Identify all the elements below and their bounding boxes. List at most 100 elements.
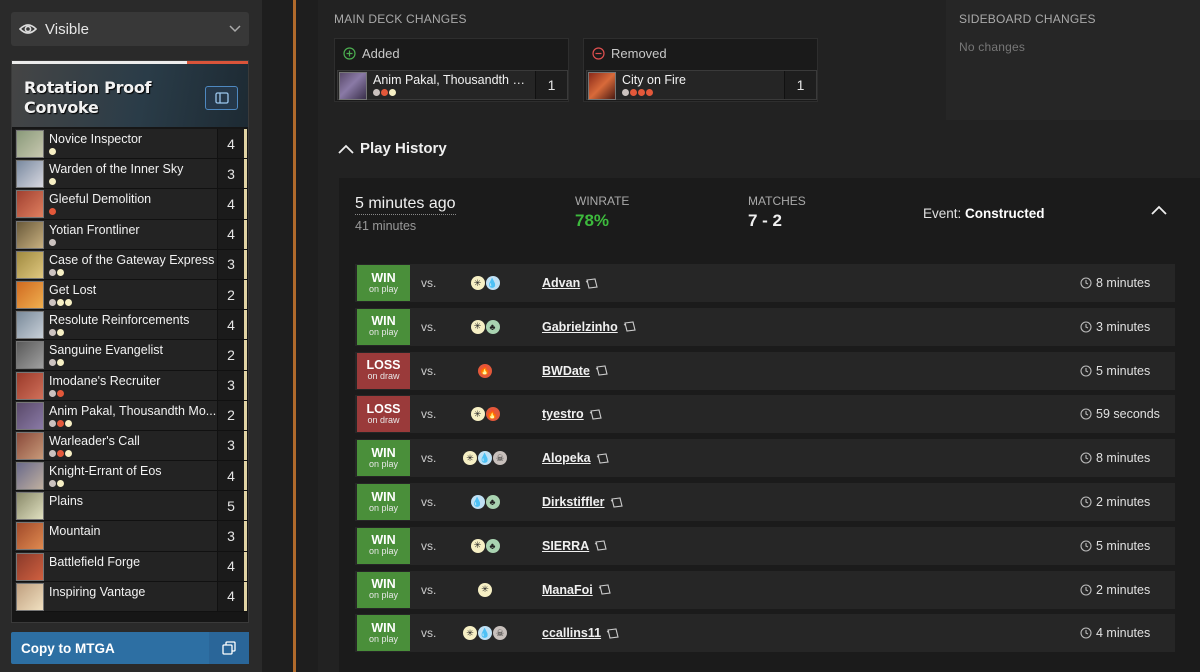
mana-pip — [49, 178, 56, 186]
card-art — [16, 190, 44, 219]
deck-card-row[interactable]: Imodane's Recruiter 3 — [15, 370, 247, 401]
duration-text: 4 minutes — [1096, 626, 1151, 641]
duration-text: 5 minutes — [1096, 538, 1151, 553]
added-card-count: 1 — [535, 71, 567, 99]
removed-card-row[interactable]: City on Fire 1 — [586, 70, 817, 100]
deck-card-row[interactable]: Sanguine Evangelist 2 — [15, 340, 247, 371]
progress-bar — [12, 61, 187, 64]
deck-card-row[interactable]: Anim Pakal, Thousandth Mo... 2 — [15, 400, 247, 431]
mana-pip — [65, 449, 72, 457]
deck-view-toggle-button[interactable] — [205, 86, 238, 110]
match-row[interactable]: WIN on play vs. ✳ 💧 ☠ Alopeka 8 minutes — [355, 439, 1175, 478]
card-name: Plains — [49, 494, 84, 509]
match-row[interactable]: WIN on play vs. ✳ 💧 Advan 8 minutes — [355, 264, 1175, 302]
opponent-name: ManaFoi — [542, 582, 593, 597]
card-name: Gleeful Demolition — [49, 192, 152, 207]
vs-label: vs. — [421, 495, 437, 509]
opponent-colors: ✳ — [455, 582, 515, 597]
deck-card-row[interactable]: Inspiring Vantage 4 — [15, 581, 247, 612]
opponent-name: tyestro — [542, 407, 584, 422]
mana-pip — [57, 329, 64, 337]
opponent-link[interactable]: SIERRA — [542, 539, 608, 553]
deck-card-row[interactable]: Resolute Reinforcements 4 — [15, 310, 247, 341]
match-result-badge: WIN on play — [357, 615, 410, 652]
deck-card-row[interactable]: Battlefield Forge 4 — [15, 551, 247, 582]
match-duration: 59 seconds — [1080, 407, 1160, 421]
chevron-down-icon — [229, 25, 241, 33]
added-header: Added — [335, 39, 568, 67]
deck-icon — [623, 321, 636, 332]
clock-icon — [1080, 277, 1092, 289]
card-count: 3 — [217, 521, 247, 551]
vs-label: vs. — [421, 319, 437, 334]
match-row[interactable]: WIN on play vs. 💧 ♣ Dirkstiffler 2 minute… — [355, 483, 1175, 521]
play-history-toggle[interactable]: Play History — [338, 140, 447, 157]
opponent-link[interactable]: ccallins11 — [542, 626, 620, 640]
opponent-link[interactable]: Gabrielzinho — [542, 320, 637, 334]
opponent-color-R-icon: 🔥 — [485, 407, 500, 422]
match-row[interactable]: LOSS on draw vs. 🔥 BWDate 5 minutes — [355, 351, 1175, 390]
duration-text: 8 minutes — [1096, 451, 1151, 466]
mana-pip — [65, 419, 72, 427]
mana-cost — [49, 178, 217, 186]
play-draw: on play — [368, 458, 399, 469]
card-art — [16, 371, 44, 400]
opponent-link[interactable]: tyestro — [542, 407, 603, 421]
match-row[interactable]: LOSS on draw vs. ✳ 🔥 tyestro 59 seconds — [355, 395, 1175, 434]
panel-divider[interactable] — [293, 0, 296, 672]
card-count: 4 — [217, 219, 247, 249]
deck-card-row[interactable]: Mountain 3 — [15, 521, 247, 552]
deck-icon — [596, 453, 609, 464]
event-label: Event: — [923, 206, 962, 221]
visibility-dropdown[interactable]: Visible — [11, 12, 249, 46]
card-count: 5 — [217, 491, 247, 521]
opponent-color-U-icon: 💧 — [485, 276, 500, 290]
deck-card-row[interactable]: Warden of the Inner Sky 3 — [15, 159, 247, 190]
added-card-row[interactable]: Anim Pakal, Thousandth Mo... 1 — [337, 70, 568, 100]
sideboard-no-changes: No changes — [959, 40, 1026, 54]
match-row[interactable]: WIN on play vs. ✳ 💧 ☠ ccallins11 4 minutes — [355, 614, 1175, 653]
clock-icon — [1080, 540, 1092, 552]
vs-label: vs. — [421, 407, 437, 422]
mana-pip — [49, 208, 56, 216]
deck-card-row[interactable]: Case of the Gateway Express 3 — [15, 249, 247, 280]
card-art — [16, 311, 44, 340]
opponent-link[interactable]: Alopeka — [542, 451, 610, 465]
match-result-badge: WIN on play — [357, 527, 410, 564]
removed-card-count: 1 — [784, 71, 816, 99]
opponent-link[interactable]: BWDate — [542, 364, 609, 378]
deck-card-row[interactable]: Get Lost 2 — [15, 279, 247, 311]
matches-label: MATCHES — [748, 194, 806, 208]
match-row[interactable]: WIN on play vs. ✳ ♣ SIERRA 5 minutes — [355, 526, 1175, 565]
match-duration: 2 minutes — [1080, 495, 1150, 509]
mana-pip — [57, 419, 64, 427]
mana-pip — [49, 268, 56, 276]
mana-cost — [49, 268, 217, 276]
deck-card-row[interactable]: Novice Inspector 4 — [15, 129, 247, 160]
card-name: Novice Inspector — [49, 132, 143, 146]
deck-icon — [589, 409, 602, 420]
opponent-colors: 🔥 — [455, 363, 515, 378]
deck-card-row[interactable]: Yotian Frontliner 4 — [15, 219, 247, 250]
opponent-link[interactable]: Dirkstiffler — [542, 495, 624, 509]
deck-card-row[interactable]: Warleader's Call 3 — [15, 430, 247, 462]
deck-list-panel: Rotation Proof Convoke Novice Inspector … — [11, 60, 249, 623]
eye-icon — [19, 24, 37, 34]
opponent-link[interactable]: Advan — [542, 276, 599, 290]
card-count: 4 — [217, 551, 247, 581]
card-name: Mountain — [49, 524, 101, 539]
deck-card-row[interactable]: Knight-Errant of Eos 4 — [15, 461, 247, 492]
collapse-session-button[interactable] — [1151, 202, 1167, 220]
opponent-link[interactable]: ManaFoi — [542, 583, 612, 597]
match-row[interactable]: WIN on play vs. ✳ ♣ Gabrielzinho 3 minute… — [355, 307, 1175, 346]
deck-sidebar: Visible Rotation Proof Convoke Novice In… — [0, 0, 262, 672]
session-time: 5 minutes ago — [355, 195, 456, 215]
card-art — [16, 582, 44, 611]
match-result: WIN — [371, 620, 396, 635]
deck-card-row[interactable]: Gleeful Demolition 4 — [15, 189, 247, 220]
copy-to-mtga-button[interactable]: Copy to MTGA — [11, 632, 249, 664]
match-row[interactable]: WIN on play vs. ✳ ManaFoi 2 minutes — [355, 570, 1175, 609]
deck-card-row[interactable]: Plains 5 — [15, 491, 247, 522]
mana-pip — [49, 148, 56, 155]
match-duration: 4 minutes — [1080, 626, 1150, 640]
